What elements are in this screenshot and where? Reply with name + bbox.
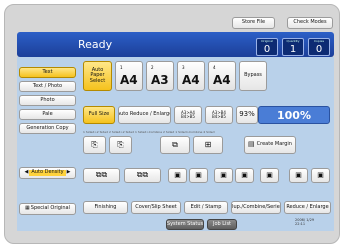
special-original-icon: ▦: [25, 205, 30, 212]
combine-4-button[interactable]: ⊞: [193, 136, 223, 154]
staple-1-button[interactable]: ▣: [168, 168, 187, 183]
mode-text-photo-button[interactable]: Text / Photo: [19, 81, 76, 92]
tab-finishing[interactable]: Finishing: [83, 201, 128, 214]
stack-button[interactable]: ⧉⧉: [124, 168, 161, 183]
staple-3-icon: ▣: [220, 170, 227, 179]
auto-density-control[interactable]: ◀ Auto Density ▶: [19, 167, 76, 179]
tab-edit-stamp[interactable]: Edit / Stamp: [184, 201, 228, 214]
duplex-1s2s-button[interactable]: ⎘: [83, 136, 106, 154]
copier-panel: { "top_buttons": {"store_file": "Store F…: [0, 0, 345, 249]
combine-4-icon: ⊞: [204, 139, 212, 149]
create-margin-button[interactable]: ▤ Create Margin: [244, 136, 296, 154]
duplex-labels: 1 Sided>2 Sided 2 Sided>2 Sided 1 Sided>…: [83, 130, 215, 134]
mode-photo-button[interactable]: Photo: [19, 95, 76, 106]
duplex-1s2s-icon: ⎘: [91, 139, 98, 149]
tab-cover-slip-sheet[interactable]: Cover/Slip Sheet: [131, 201, 181, 214]
ratio-93-button[interactable]: 93%: [236, 106, 258, 124]
staple-3-button[interactable]: ▣: [214, 168, 233, 183]
auto-density-label: Auto Density: [29, 169, 66, 176]
mode-pale-button[interactable]: Pale: [19, 109, 76, 120]
system-status-button[interactable]: System Status: [166, 219, 204, 230]
datetime-display: 2006/ 1/29 22:11: [295, 218, 315, 227]
tray-4-button[interactable]: 4 A4: [208, 61, 236, 91]
ratio-display: 100%: [258, 106, 330, 124]
original-counter: Original 0: [256, 38, 278, 56]
staple-5-icon: ▣: [266, 170, 273, 179]
punch-2-button[interactable]: ▣: [311, 168, 330, 183]
tray-2-button[interactable]: 2 A3: [146, 61, 174, 91]
mode-generation-copy-button[interactable]: Generation Copy: [19, 123, 76, 134]
duplex-2s2s-button[interactable]: ⎘: [109, 136, 132, 154]
status-ready-text: Ready: [78, 38, 113, 51]
tray-3-button[interactable]: 3 A4: [177, 61, 205, 91]
density-right-arrow-icon[interactable]: ▶: [67, 170, 71, 176]
staple-4-button[interactable]: ▣: [235, 168, 254, 183]
copies-counter: Copies 0: [308, 38, 330, 56]
punch-2-icon: ▣: [317, 170, 324, 179]
tab-reduce-enlarge[interactable]: Reduce / Enlarge: [284, 201, 331, 214]
duplex-2s2s-icon: ⎘: [117, 139, 124, 149]
punch-1-icon: ▣: [295, 170, 302, 179]
tab-dup-combine-series[interactable]: Dup./Combine/Series: [231, 201, 281, 214]
bypass-button[interactable]: Bypass: [239, 61, 267, 91]
density-left-arrow-icon[interactable]: ◀: [25, 170, 29, 176]
store-file-button[interactable]: Store File: [232, 17, 275, 29]
sort-icon: ⧉⧉: [95, 170, 108, 180]
quantity-counter: Quantity 1: [282, 38, 304, 56]
combine-2-button[interactable]: ⧉: [160, 136, 190, 154]
ratio-preset-1-button[interactable]: A3>A4 B4>B5: [174, 106, 202, 124]
ratio-preset-2-button[interactable]: A3>B4 B4>B5: [205, 106, 233, 124]
staple-2-icon: ▣: [195, 170, 202, 179]
check-modes-button[interactable]: Check Modes: [287, 17, 333, 29]
punch-1-button[interactable]: ▣: [289, 168, 308, 183]
stack-icon: ⧉⧉: [136, 170, 149, 180]
tray-1-button[interactable]: 1 A4: [115, 61, 143, 91]
full-size-button[interactable]: Full Size: [83, 106, 115, 124]
combine-2-icon: ⧉: [172, 139, 178, 149]
job-list-button[interactable]: Job List: [207, 219, 237, 230]
sort-button[interactable]: ⧉⧉: [83, 168, 120, 183]
auto-reduce-enlarge-button[interactable]: Auto Reduce / Enlarge: [118, 106, 171, 124]
auto-paper-select-button[interactable]: Auto Paper Select: [83, 61, 112, 91]
margin-icon: ▤: [248, 140, 255, 149]
staple-5-button[interactable]: ▣: [260, 168, 279, 183]
staple-4-icon: ▣: [241, 170, 248, 179]
special-original-label: Special Original: [30, 205, 70, 212]
mode-text-button[interactable]: Text: [19, 67, 76, 78]
staple-2-button[interactable]: ▣: [189, 168, 208, 183]
special-original-button[interactable]: ▦ Special Original: [19, 203, 76, 215]
staple-1-icon: ▣: [174, 170, 181, 179]
